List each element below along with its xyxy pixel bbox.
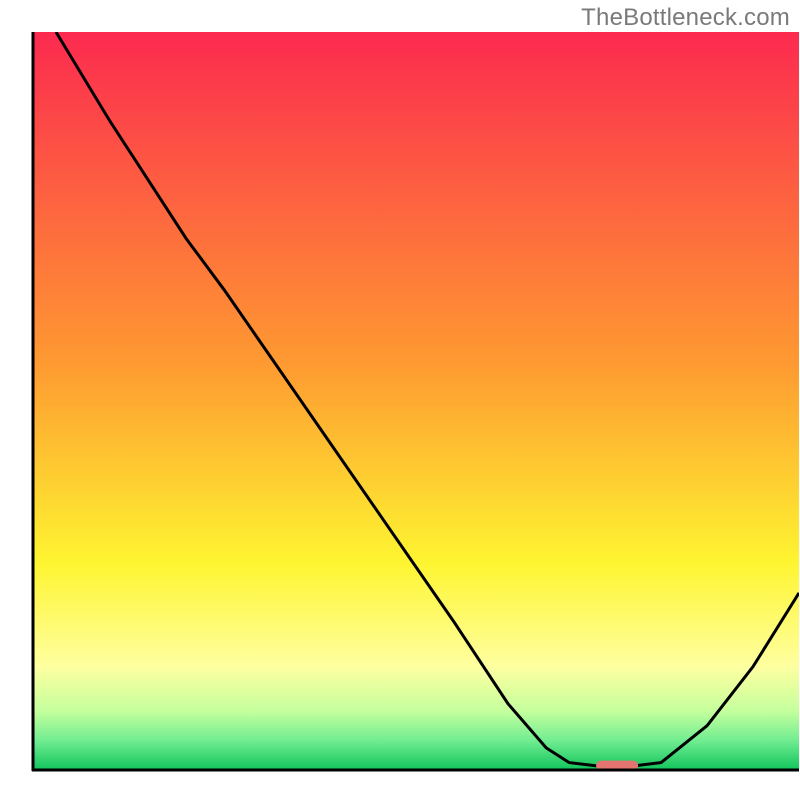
chart-container: TheBottleneck.com: [0, 0, 800, 800]
watermark-text: TheBottleneck.com: [581, 4, 790, 32]
bottleneck-chart: [0, 0, 800, 800]
chart-background-gradient: [33, 32, 799, 770]
